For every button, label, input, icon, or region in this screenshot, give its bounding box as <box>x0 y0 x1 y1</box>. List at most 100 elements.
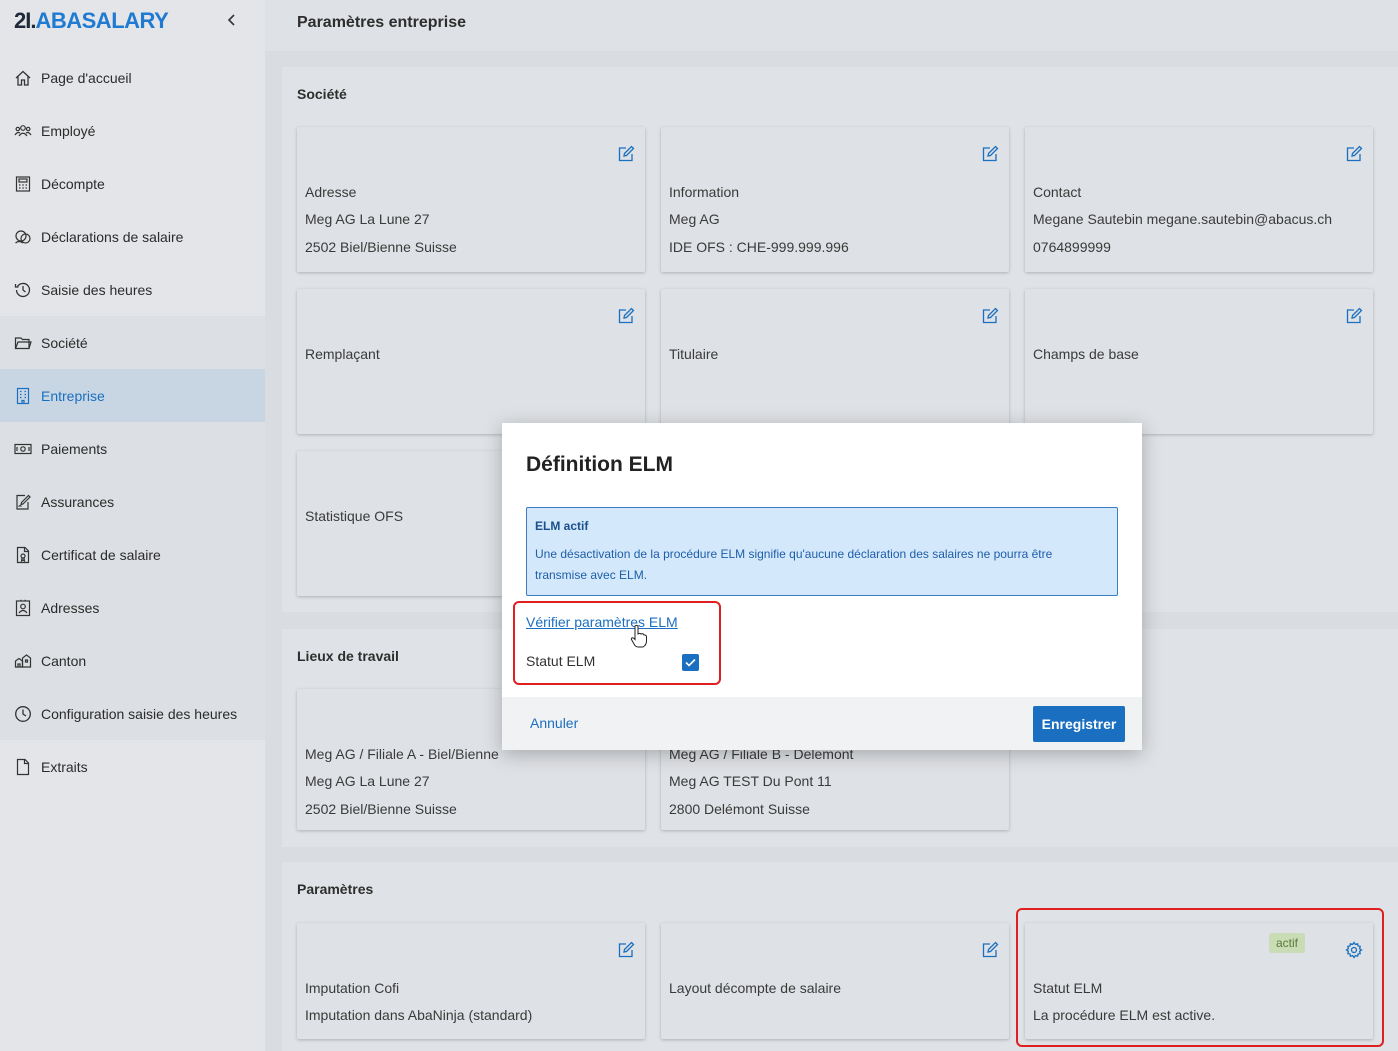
sidebar-item-label: Décompte <box>41 175 105 192</box>
page-header: Paramètres entreprise <box>265 0 1398 51</box>
card-line: Megane Sautebin megane.sautebin@abacus.c… <box>1033 211 1333 227</box>
sidebar-item-label: Configuration saisie des heures <box>41 705 238 722</box>
info-text: Une désactivation de la procédure ELM si… <box>535 547 1053 582</box>
certificate-icon <box>14 546 32 564</box>
card-line: 0764899999 <box>1033 239 1111 255</box>
card-champs-de-base: Champs de base <box>1025 289 1373 434</box>
card-line: Meg AG La Lune 27 <box>305 211 430 227</box>
sidebar-item-label: Employé <box>41 122 96 139</box>
sidebar: 2I. ABASALARY Page d'accueil Employé Déc… <box>0 0 265 1051</box>
sidebar-item-saisie-heures[interactable]: Saisie des heures <box>0 263 265 316</box>
card-title: Imputation Cofi <box>305 980 400 996</box>
cancel-button[interactable]: Annuler <box>530 715 578 731</box>
sidebar-item-employe[interactable]: Employé <box>0 104 265 157</box>
sidebar-item-entreprise[interactable]: Entreprise <box>0 369 265 422</box>
card-layout-decompte: Layout décompte de salaire <box>661 923 1009 1039</box>
card-title: Titulaire <box>669 346 719 362</box>
card-line: IDE OFS : CHE-999.999.996 <box>669 239 849 255</box>
clock-icon <box>14 705 32 723</box>
app-logo[interactable]: 2I. ABASALARY <box>14 6 169 36</box>
coins-icon <box>14 228 32 246</box>
section-title: Lieux de travail <box>297 648 399 664</box>
sidebar-item-label: Extraits <box>41 758 88 775</box>
sidebar-item-decompte[interactable]: Décompte <box>0 157 265 210</box>
sidebar-item-label: Page d'accueil <box>41 69 132 86</box>
highlight-box <box>513 601 721 685</box>
chevron-left-icon[interactable] <box>224 10 240 30</box>
document-icon <box>14 758 32 776</box>
sidebar-item-label: Assurances <box>41 493 115 510</box>
card-line: 2502 Biel/Bienne Suisse <box>305 239 457 255</box>
edit-icon[interactable] <box>1345 145 1363 163</box>
calculator-icon <box>14 175 32 193</box>
card-adresse: Adresse Meg AG La Lune 27 2502 Biel/Bien… <box>297 127 645 272</box>
building-icon <box>14 387 32 405</box>
dialog-title: Définition ELM <box>526 453 673 476</box>
card-information: Information Meg AG IDE OFS : CHE-999.999… <box>661 127 1009 272</box>
edit-icon[interactable] <box>617 307 635 325</box>
card-line: Meg AG La Lune 27 <box>305 773 430 789</box>
sidebar-item-canton[interactable]: Canton <box>0 634 265 687</box>
edit-icon[interactable] <box>617 941 635 959</box>
section-title: Société <box>297 86 347 102</box>
sidebar-item-label: Entreprise <box>41 387 105 404</box>
card-title: Champs de base <box>1033 346 1139 362</box>
highlight-box <box>1016 908 1384 1047</box>
sidebar-item-assurances[interactable]: Assurances <box>0 475 265 528</box>
signature-icon <box>14 493 32 511</box>
sidebar-item-certificat[interactable]: Certificat de salaire <box>0 528 265 581</box>
sidebar-item-declarations[interactable]: Déclarations de salaire <box>0 210 265 263</box>
people-icon <box>14 122 32 140</box>
sidebar-item-label: Canton <box>41 652 87 669</box>
sidebar-item-label: Paiements <box>41 440 108 457</box>
edit-icon[interactable] <box>981 307 999 325</box>
banknote-icon <box>14 440 32 458</box>
sidebar-item-societe[interactable]: Société <box>0 316 265 369</box>
logo-prefix: 2I. <box>14 8 36 33</box>
card-imputation-cofi: Imputation Cofi Imputation dans AbaNinja… <box>297 923 645 1039</box>
sidebar-item-config-heures[interactable]: Configuration saisie des heures <box>0 687 265 740</box>
card-line: Imputation dans AbaNinja (standard) <box>305 1007 533 1023</box>
card-line: 2800 Delémont Suisse <box>669 801 810 817</box>
card-line: 2502 Biel/Bienne Suisse <box>305 801 457 817</box>
folder-icon <box>14 334 32 352</box>
card-titulaire: Titulaire <box>661 289 1009 434</box>
card-title: Adresse <box>305 184 357 200</box>
canton-icon <box>14 652 32 670</box>
elm-dialog: Définition ELM ELM actif Une désactivati… <box>502 423 1142 750</box>
sidebar-nav: Page d'accueil Employé Décompte Déclarat… <box>0 51 265 793</box>
sidebar-item-paiements[interactable]: Paiements <box>0 422 265 475</box>
card-title: Information <box>669 184 740 200</box>
home-icon <box>14 69 32 87</box>
logo-name: ABASALARY <box>35 8 169 33</box>
section-title: Paramètres <box>297 881 374 897</box>
sidebar-item-extraits[interactable]: Extraits <box>0 740 265 793</box>
contact-icon <box>14 599 32 617</box>
card-title: Layout décompte de salaire <box>669 980 841 996</box>
sidebar-item-adresses[interactable]: Adresses <box>0 581 265 634</box>
dialog-footer: Annuler Enregistrer <box>502 697 1142 750</box>
info-title: ELM actif <box>535 519 589 533</box>
sidebar-item-page-accueil[interactable]: Page d'accueil <box>0 51 265 104</box>
page-title: Paramètres entreprise <box>297 14 466 31</box>
sidebar-item-label: Certificat de salaire <box>41 546 161 563</box>
card-title: Contact <box>1033 184 1082 200</box>
sidebar-item-label: Saisie des heures <box>41 281 153 298</box>
card-title: Meg AG / Filiale A - Biel/Bienne <box>305 746 499 762</box>
edit-icon[interactable] <box>981 941 999 959</box>
card-title: Statistique OFS <box>305 508 404 524</box>
edit-icon[interactable] <box>981 145 999 163</box>
card-remplacant: Remplaçant <box>297 289 645 434</box>
edit-icon[interactable] <box>617 145 635 163</box>
card-line: Meg AG <box>669 211 720 227</box>
edit-icon[interactable] <box>1345 307 1363 325</box>
sidebar-item-label: Société <box>41 334 88 351</box>
card-line: Meg AG TEST Du Pont 11 <box>669 773 832 789</box>
card-contact: Contact Megane Sautebin megane.sautebin@… <box>1025 127 1373 272</box>
sidebar-item-label: Déclarations de salaire <box>41 228 184 245</box>
card-title: Remplaçant <box>305 346 380 362</box>
history-icon <box>14 281 32 299</box>
save-button[interactable]: Enregistrer <box>1033 706 1125 742</box>
hand-cursor-icon <box>630 624 648 648</box>
sidebar-item-label: Adresses <box>41 599 100 616</box>
